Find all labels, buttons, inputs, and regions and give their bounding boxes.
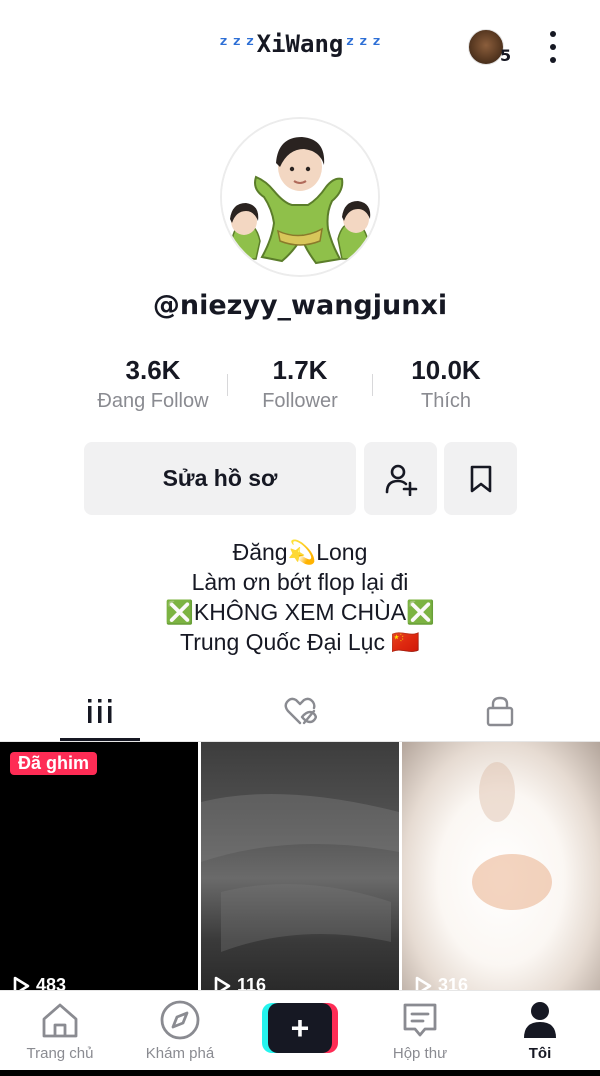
view-count: 116 — [213, 975, 266, 990]
tab-videos[interactable] — [0, 680, 200, 742]
video-thumbnail[interactable]: Đã ghim 483 — [0, 742, 198, 990]
nav-discover-label: Khám phá — [145, 1045, 215, 1062]
bottom-navigation: Trang chủ Khám phá + Hộp thư Tôi — [0, 990, 600, 1076]
video-thumbnail[interactable]: 316 — [402, 742, 600, 990]
create-button[interactable]: + — [262, 1003, 338, 1053]
play-icon — [214, 976, 231, 990]
add-friends-button[interactable] — [364, 442, 437, 515]
play-icon — [13, 976, 30, 990]
username: @niezyy_wangjunxi — [152, 290, 448, 321]
bio-line: Trung Quốc Đại Lục 🇨🇳 — [180, 629, 420, 655]
compass-icon — [160, 1000, 200, 1040]
bio-line: Đăng💫Long — [232, 539, 368, 565]
view-count: 316 — [414, 975, 468, 990]
title-deco-left: ᶻᶻᶻ — [216, 33, 257, 58]
profile-avatar[interactable] — [220, 117, 380, 277]
video-thumbnail[interactable]: 116 — [201, 742, 399, 990]
view-count-text: 116 — [237, 975, 267, 990]
edit-profile-button[interactable]: Sửa hồ sơ — [84, 442, 356, 515]
profile-bio: Đăng💫Long Làm ơn bớt flop lại đi ❎KHÔNG … — [0, 537, 600, 657]
bio-line: ❎KHÔNG XEM CHÙA❎ — [165, 599, 435, 625]
followers-count: 1.7K — [272, 355, 328, 385]
grid-icon — [88, 699, 112, 723]
system-home-bar — [0, 1070, 600, 1076]
nav-home[interactable]: Trang chủ — [0, 991, 120, 1071]
nav-home-label: Trang chủ — [26, 1045, 94, 1062]
following-label: Đang Follow — [97, 390, 209, 412]
view-count-text: 316 — [438, 975, 469, 990]
inbox-icon — [403, 1003, 437, 1037]
profile-tabs — [0, 680, 600, 742]
tab-liked[interactable] — [200, 680, 400, 742]
stat-followers[interactable]: 1.7K Follower — [225, 355, 375, 413]
nav-inbox-label: Hộp thư — [392, 1045, 448, 1062]
pinned-badge: Đã ghim — [10, 752, 98, 775]
add-user-icon — [385, 464, 417, 496]
likes-label: Thích — [420, 390, 472, 412]
home-icon — [42, 1003, 78, 1038]
title-text: XiWang — [256, 30, 344, 58]
top-bar: ᶻᶻᶻXiWangᶻᶻᶻ 5 — [0, 0, 600, 96]
stat-following[interactable]: 3.6K Đang Follow — [78, 355, 228, 413]
likes-count: 10.0K — [411, 355, 481, 385]
nav-profile[interactable]: Tôi — [480, 991, 600, 1071]
title-deco-right: ᶻᶻᶻ — [343, 33, 384, 58]
story-avatar[interactable] — [468, 29, 504, 65]
nav-inbox[interactable]: Hộp thư — [360, 991, 480, 1071]
lock-icon — [486, 696, 514, 727]
profile-icon — [524, 1002, 556, 1038]
stat-likes[interactable]: 10.0K Thích — [371, 355, 521, 413]
video-blur-shape — [472, 762, 552, 910]
nav-discover[interactable]: Khám phá — [120, 991, 240, 1071]
view-count: 483 — [12, 975, 66, 990]
followers-label: Follower — [262, 390, 338, 412]
liked-hidden-icon — [284, 697, 317, 725]
view-count-text: 483 — [36, 975, 67, 990]
favorites-button[interactable] — [444, 442, 517, 515]
tab-private[interactable] — [400, 680, 600, 742]
bookmark-icon — [470, 465, 491, 492]
play-icon — [415, 976, 432, 990]
following-count: 3.6K — [125, 355, 181, 385]
bio-line: Làm ơn bớt flop lại đi — [191, 569, 409, 595]
plus-icon: + — [268, 1003, 332, 1053]
more-options-icon[interactable] — [540, 28, 566, 66]
story-count-badge: 5 — [500, 46, 512, 65]
nav-profile-label: Tôi — [528, 1045, 552, 1062]
video-blur-shape — [201, 794, 399, 952]
